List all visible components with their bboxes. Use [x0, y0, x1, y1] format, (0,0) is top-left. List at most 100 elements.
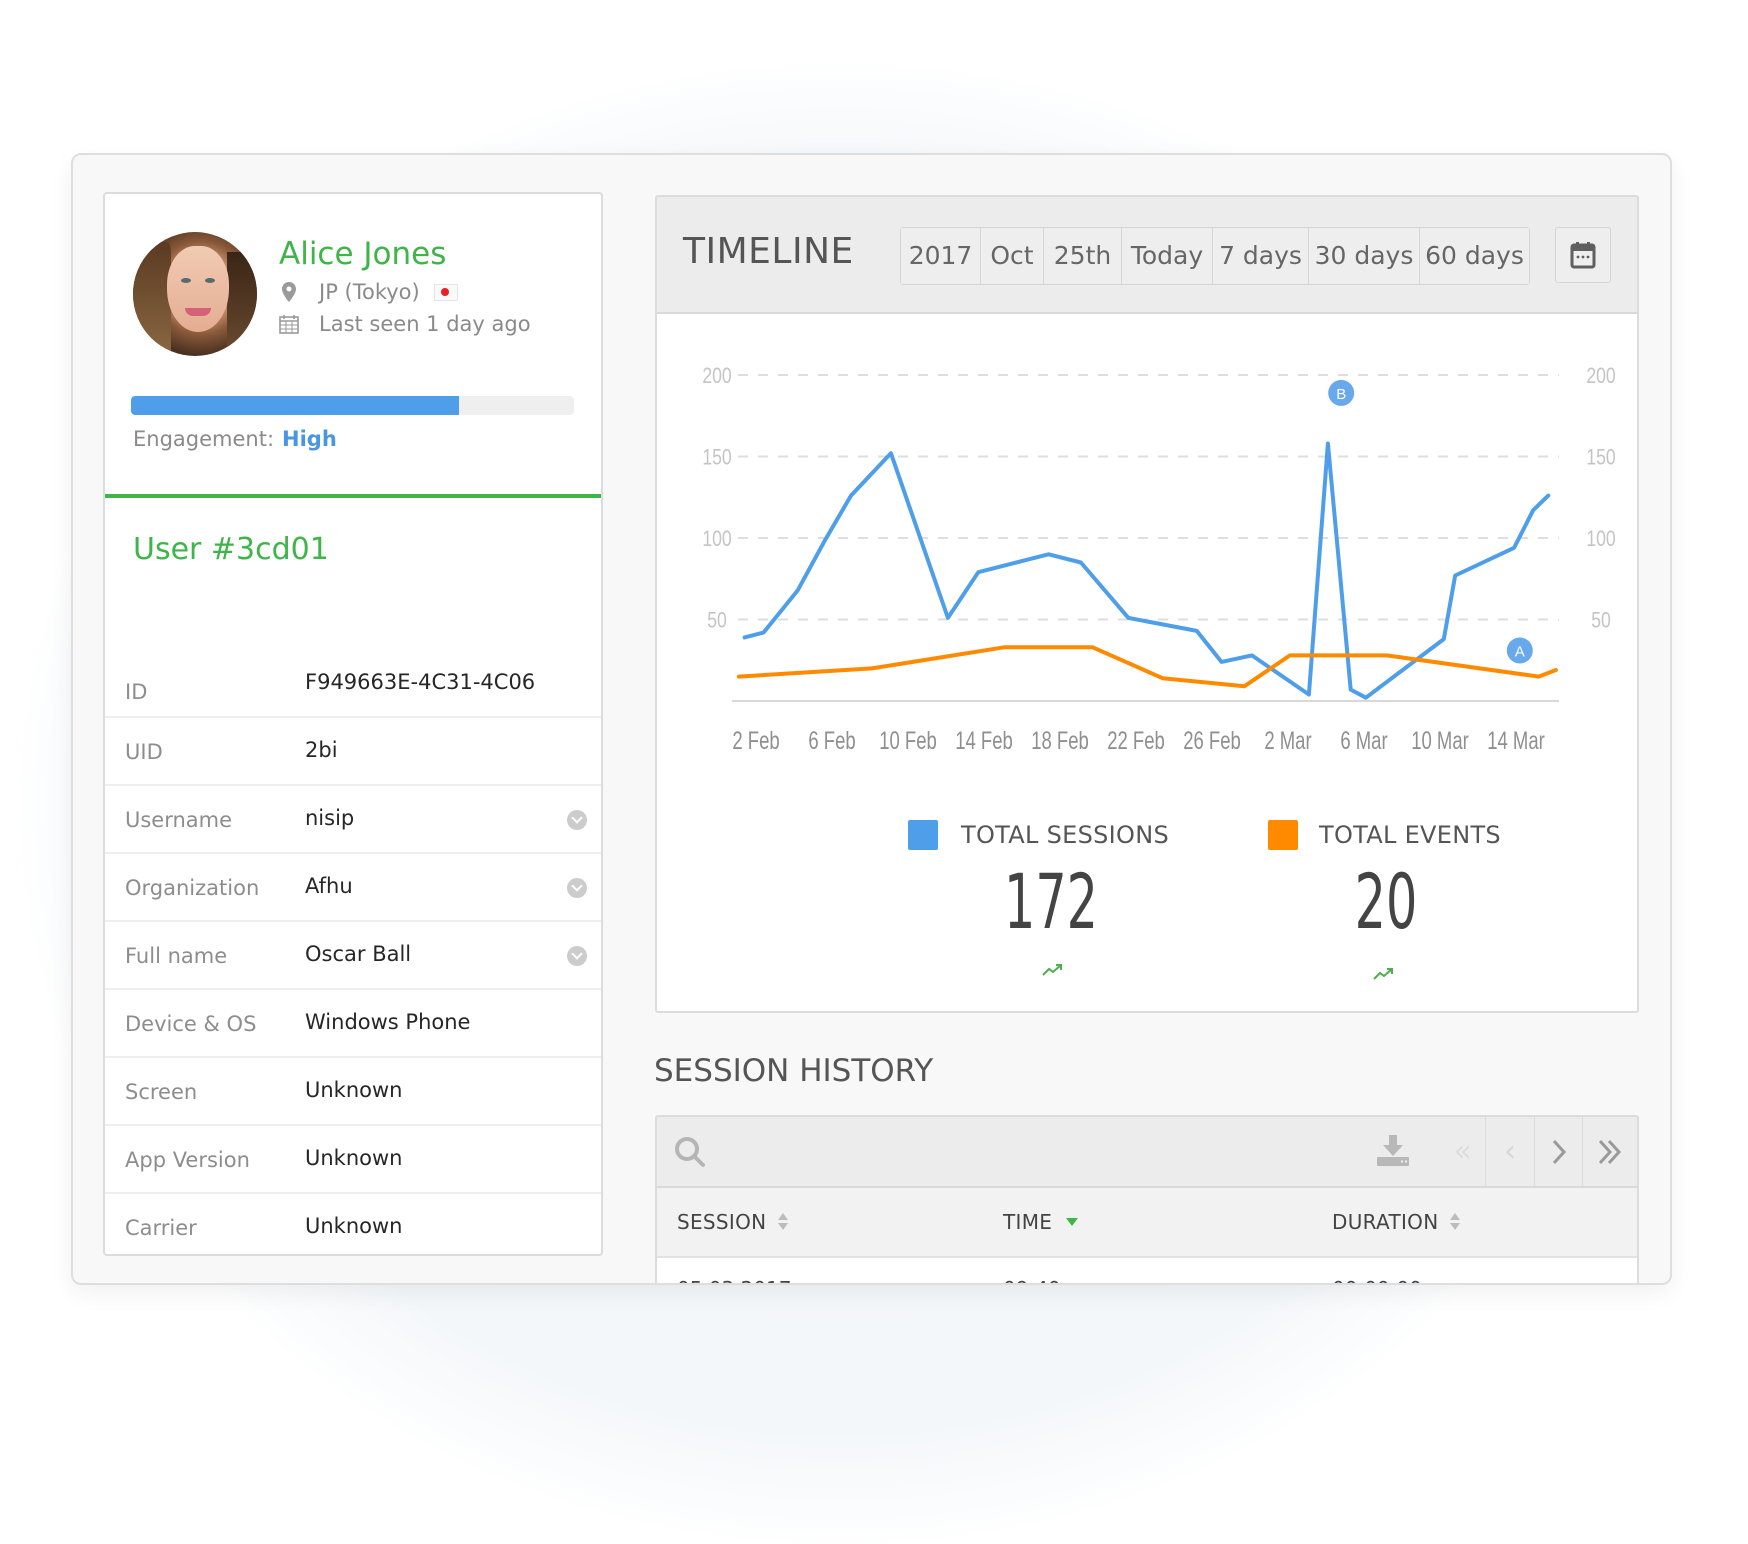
double-chevron-left-icon: «: [1453, 1134, 1472, 1169]
engagement-label: Engagement:: [133, 427, 275, 451]
x-tick-label: 2 Mar: [1264, 726, 1311, 754]
cell-session: 05.03.2017: [677, 1277, 792, 1283]
detail-row-full-name[interactable]: Full name Oscar Ball: [105, 922, 601, 990]
detail-label: Full name: [125, 944, 228, 968]
chevron-left-icon: ‹: [1504, 1134, 1516, 1169]
section-divider: [105, 494, 601, 498]
user-profile-card: Alice Jones JP (Tokyo) Last seen 1 day a…: [103, 192, 603, 1256]
x-tick-label: 18 Feb: [1031, 726, 1089, 754]
annotation-label: B: [1336, 386, 1346, 403]
detail-label: App Version: [125, 1148, 250, 1172]
table-toolbar: « ‹: [657, 1117, 1637, 1188]
detail-label: ID: [125, 680, 148, 704]
y-tick-label-left: 100: [702, 527, 731, 551]
calendar-icon: [279, 314, 299, 334]
table-header-row: SESSION TIME DURATION: [657, 1188, 1637, 1258]
detail-value: Unknown: [305, 1146, 403, 1170]
sort-descending-icon: [1066, 1218, 1079, 1226]
detail-row-username[interactable]: Username nisip: [105, 786, 601, 854]
detail-row-app-version: App Version Unknown: [105, 1126, 601, 1194]
detail-label: UID: [125, 740, 163, 764]
legend-swatch-sessions: [908, 820, 938, 850]
download-icon[interactable]: [1376, 1133, 1410, 1167]
last-page-button[interactable]: [1582, 1117, 1637, 1186]
detail-row-device-os: Device & OS Windows Phone: [105, 990, 601, 1058]
column-header-duration[interactable]: DURATION: [1332, 1210, 1461, 1234]
first-page-button[interactable]: «: [1440, 1117, 1485, 1186]
detail-value: Oscar Ball: [305, 942, 412, 966]
cell-time: 09:40: [1003, 1277, 1061, 1283]
session-history-title: SESSION HISTORY: [654, 1053, 934, 1089]
last-seen-text: Last seen 1 day ago: [319, 312, 531, 336]
app-window: Alice Jones JP (Tokyo) Last seen 1 day a…: [71, 153, 1672, 1285]
legend-label-sessions: TOTAL SESSIONS: [961, 821, 1169, 849]
location-text: JP (Tokyo): [319, 280, 420, 304]
legend-label-events: TOTAL EVENTS: [1319, 821, 1501, 849]
x-tick-label: 10 Mar: [1411, 726, 1469, 754]
map-pin-icon: [279, 282, 299, 302]
x-tick-label: 6 Mar: [1340, 726, 1387, 754]
legend-swatch-events: [1268, 820, 1298, 850]
engagement-progress-fill: [131, 396, 459, 415]
total-sessions-value: 172: [1004, 857, 1098, 946]
total-events-value: 20: [1354, 857, 1418, 946]
y-tick-label-right: 150: [1586, 446, 1615, 470]
detail-value: F949663E-4C31-4C06: [305, 670, 535, 694]
sort-icon: [1450, 1213, 1461, 1231]
x-tick-label: 14 Mar: [1487, 726, 1545, 754]
chevron-down-icon[interactable]: [567, 810, 587, 830]
x-tick-label: 22 Feb: [1107, 726, 1165, 754]
user-id-title: User #3cd01: [133, 532, 329, 567]
chevron-down-icon[interactable]: [567, 878, 587, 898]
x-tick-label: 14 Feb: [955, 726, 1013, 754]
trending-up-icon: [1042, 964, 1062, 976]
column-header-label: SESSION: [677, 1210, 767, 1234]
y-tick-label-right: 100: [1586, 527, 1615, 551]
timeline-chart: 50 50 100 100 150 150 200 200 2 Feb 6 Feb 10 Feb 14…: [702, 364, 1615, 754]
detail-label: Carrier: [125, 1216, 197, 1240]
detail-value: Unknown: [305, 1078, 403, 1102]
detail-value: 2bi: [305, 738, 338, 762]
detail-row-id: ID F949663E-4C31-4C06: [105, 650, 601, 718]
japan-flag-icon: [433, 283, 458, 301]
column-header-time[interactable]: TIME: [1003, 1210, 1079, 1234]
column-header-label: DURATION: [1332, 1210, 1439, 1234]
detail-label: Device & OS: [125, 1012, 257, 1036]
previous-page-button[interactable]: ‹: [1485, 1117, 1534, 1186]
trending-up-icon: [1373, 968, 1393, 980]
chevron-down-icon[interactable]: [567, 946, 587, 966]
y-tick-label-left: 150: [702, 446, 731, 470]
y-tick-label-left: 50: [707, 609, 727, 633]
sort-icon: [778, 1213, 789, 1231]
detail-row-organization[interactable]: Organization Afhu: [105, 854, 601, 922]
timeline-panel: TIMELINE 2017 Oct 25th Today 7 days 30 d…: [655, 195, 1639, 1013]
chevron-right-icon: [1552, 1139, 1566, 1164]
double-chevron-right-icon: [1598, 1139, 1622, 1164]
x-tick-label: 2 Feb: [732, 726, 779, 754]
column-header-label: TIME: [1003, 1210, 1053, 1234]
next-page-button[interactable]: [1534, 1117, 1582, 1186]
search-icon[interactable]: [673, 1135, 707, 1169]
detail-row-carrier: Carrier Unknown: [105, 1194, 601, 1262]
detail-value: nisip: [305, 806, 355, 830]
y-tick-label-left: 200: [702, 364, 731, 388]
detail-label: Screen: [125, 1080, 198, 1104]
events-series-line: [736, 645, 1558, 689]
column-header-session[interactable]: SESSION: [677, 1210, 789, 1234]
engagement-value: High: [282, 427, 337, 451]
detail-value: Windows Phone: [305, 1010, 471, 1034]
annotation-label: A: [1515, 643, 1525, 660]
session-history-table: « ‹ SESSION TIME DURATION 05.03.2017 09:…: [655, 1115, 1639, 1283]
avatar: [133, 232, 257, 356]
engagement-row: Engagement: High: [133, 427, 337, 451]
detail-value: Afhu: [305, 874, 353, 898]
y-tick-label-right: 50: [1591, 609, 1611, 633]
detail-label: Organization: [125, 876, 260, 900]
detail-value: Unknown: [305, 1214, 403, 1238]
user-name: Alice Jones: [279, 236, 447, 272]
cell-duration: 00:00:00: [1332, 1277, 1422, 1283]
engagement-progress-bar: [131, 396, 574, 415]
x-tick-label: 10 Feb: [879, 726, 937, 754]
detail-label: Username: [125, 808, 233, 832]
x-tick-label: 26 Feb: [1183, 726, 1241, 754]
